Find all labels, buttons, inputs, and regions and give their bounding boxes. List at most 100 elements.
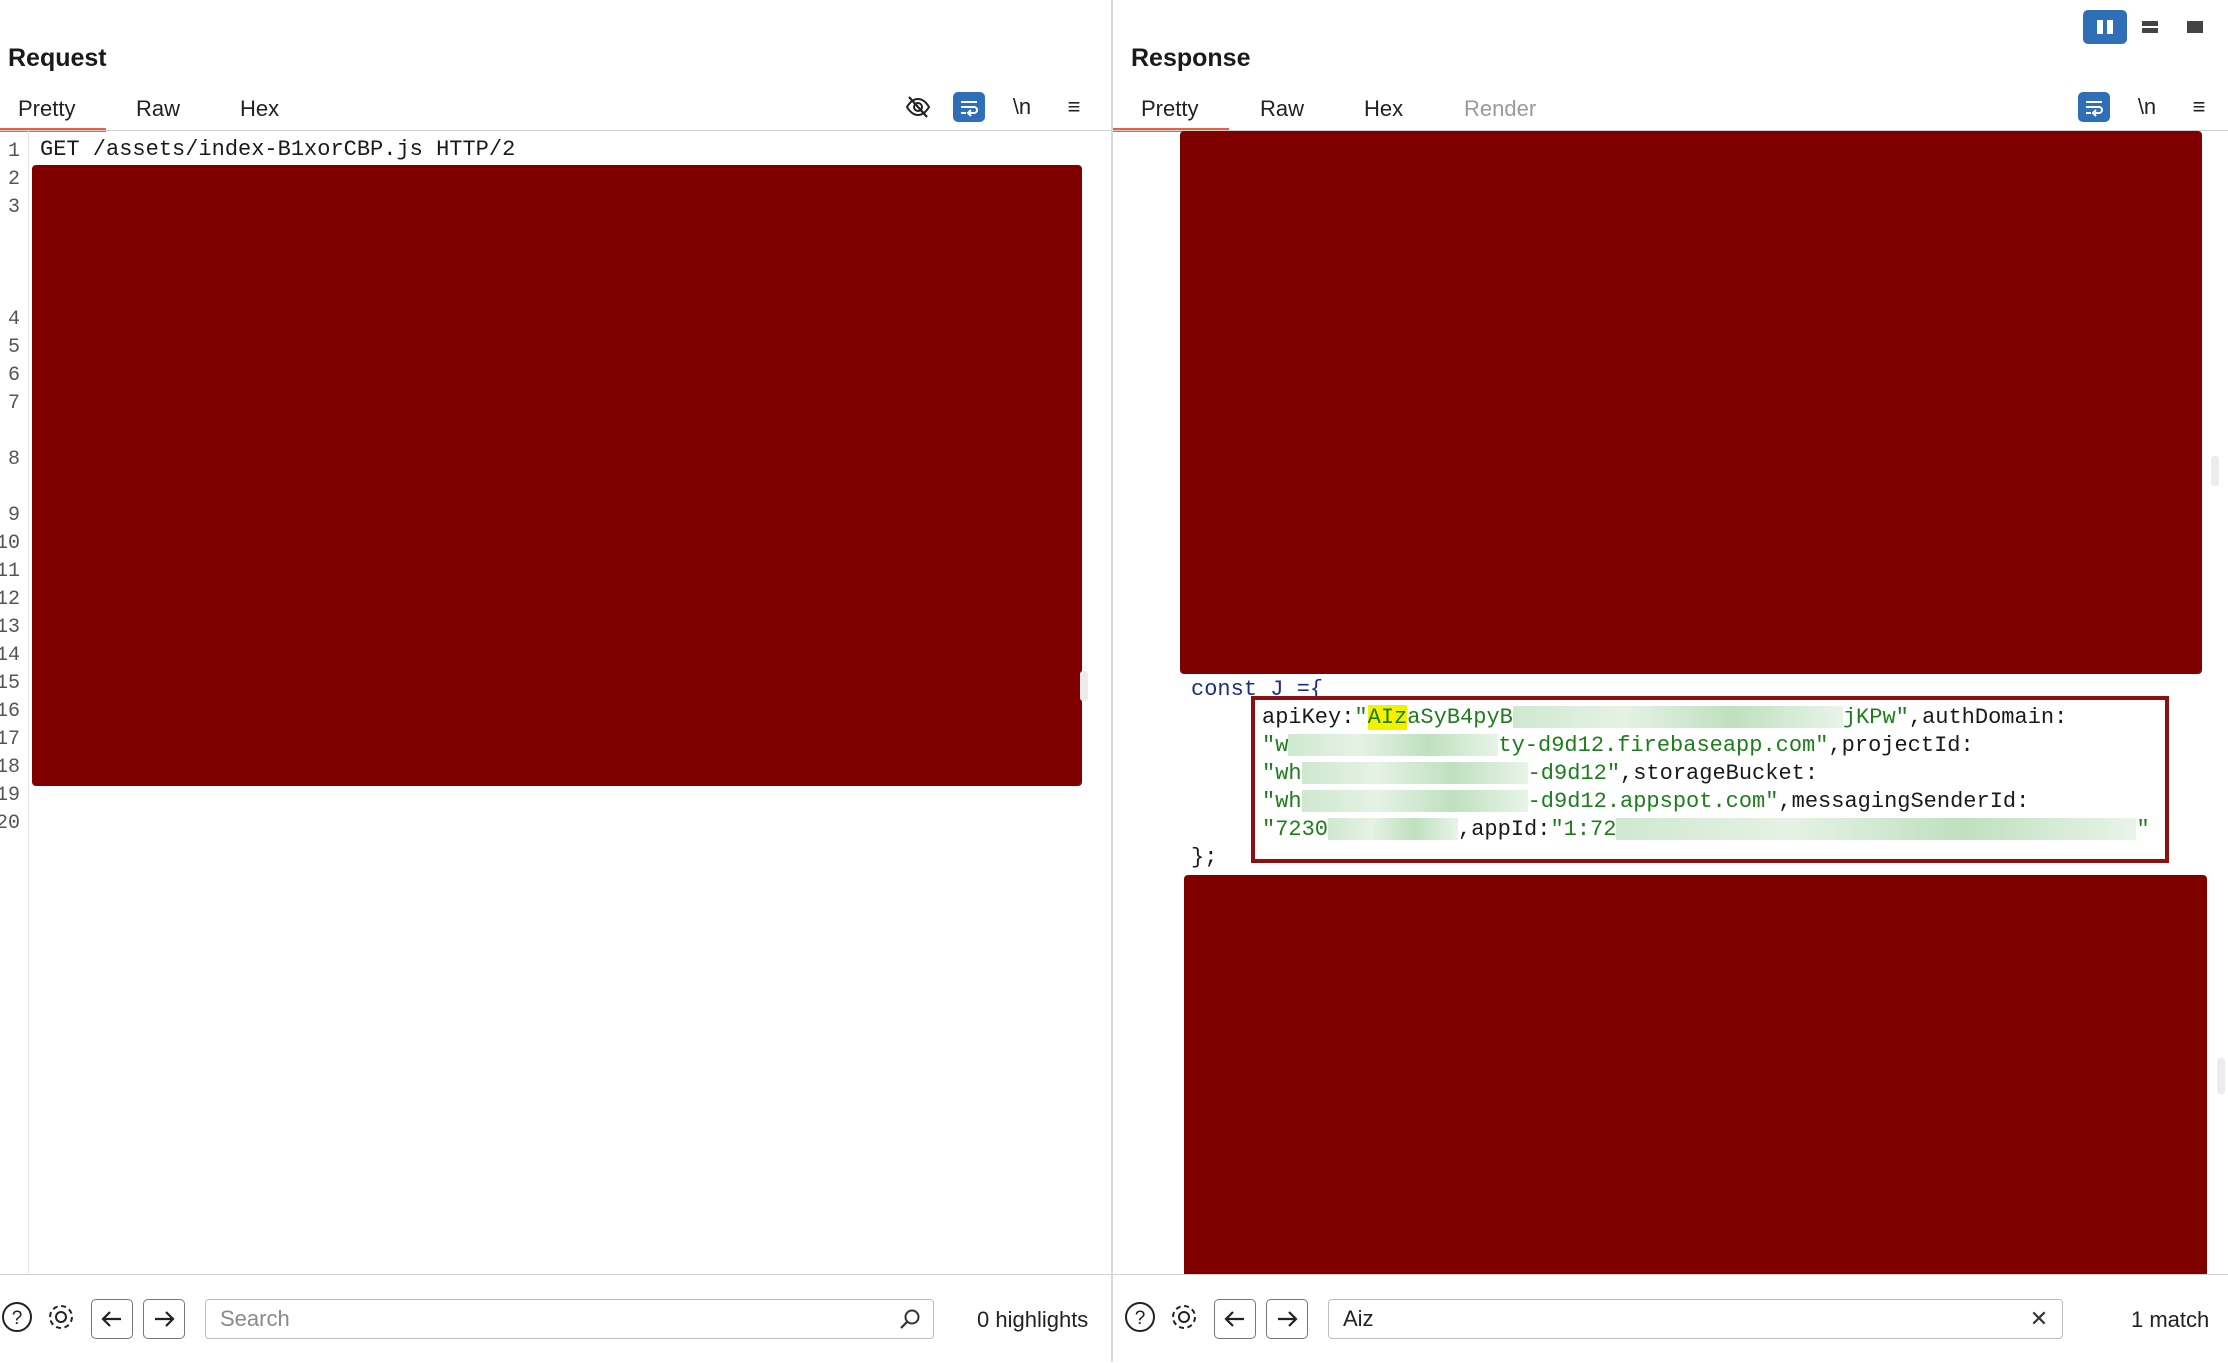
- code-line-authdomain: "w ty-d9d12.firebaseapp.com",projectId:: [1262, 733, 1974, 758]
- messaging-start: "7230: [1262, 817, 1329, 842]
- storage-bucket-start: "wh: [1262, 789, 1302, 814]
- api-key-tail: jKPw": [1842, 705, 1909, 730]
- code-line-apikey: apiKey:"AIzaSyB4pyB jKPw",authDomain:: [1262, 705, 2067, 730]
- help-icon[interactable]: ?: [1121, 1298, 1159, 1336]
- auth-domain-start: "w: [1262, 733, 1289, 758]
- scrollbar-thumb[interactable]: [1080, 671, 1088, 701]
- blurred-text: [1301, 790, 1528, 813]
- forward-arrow-button[interactable]: [1266, 1299, 1308, 1339]
- redaction-block: [32, 165, 1082, 786]
- blurred-text: [1512, 706, 1843, 729]
- app-id-label: ,appId:: [1458, 817, 1551, 842]
- line-number: 3: [7, 196, 20, 219]
- app-id-start: "1:72: [1550, 817, 1617, 842]
- back-arrow-button[interactable]: [91, 1299, 133, 1339]
- storage-bucket-tail: -d9d12.appspot.com": [1527, 789, 1779, 814]
- api-key-quote: ": [1354, 705, 1368, 730]
- project-id-start: "wh: [1262, 761, 1302, 786]
- response-tab-raw[interactable]: Raw: [1260, 96, 1304, 122]
- menu-icon[interactable]: ≡: [2183, 92, 2215, 122]
- request-tab-raw[interactable]: Raw: [136, 96, 180, 122]
- response-bottom-bar: ? ✕ 1 match: [1113, 1274, 2228, 1363]
- api-key-label: apiKey:: [1262, 705, 1355, 730]
- blurred-text: [1616, 818, 2137, 841]
- split-columns-icon[interactable]: [2083, 10, 2127, 44]
- svg-text:?: ?: [12, 1308, 23, 1329]
- line-number: 13: [0, 616, 20, 639]
- request-pane: Request Pretty Raw Hex \n ≡ 1 2 3 4 5 6 …: [0, 0, 1111, 1363]
- storage-bucket-label: ,storageBucket:: [1620, 761, 1819, 786]
- request-search-box: [205, 1299, 934, 1339]
- gear-icon[interactable]: [42, 1298, 80, 1336]
- project-id-tail: -d9d12": [1527, 761, 1621, 786]
- line-number: 15: [0, 672, 20, 695]
- response-search-box: ✕: [1328, 1299, 2063, 1339]
- response-pane: Response Pretty Raw Hex Render \n ≡ cons…: [1113, 0, 2228, 1363]
- request-tab-hex[interactable]: Hex: [240, 96, 279, 122]
- request-tab-border: [0, 130, 1111, 131]
- line-number: 18: [0, 756, 20, 779]
- response-tab-hex[interactable]: Hex: [1364, 96, 1403, 122]
- messaging-label: ,messagingSenderId:: [1778, 789, 2030, 814]
- line-number: 8: [7, 448, 20, 471]
- response-search-input[interactable]: [1343, 1305, 1930, 1333]
- code-line-storagebucket: "wh -d9d12.appspot.com",messagingSenderId…: [1262, 789, 2029, 814]
- gear-icon[interactable]: [1165, 1298, 1203, 1336]
- newline-toggle[interactable]: \n: [2131, 92, 2163, 122]
- request-line-1: GET /assets/index-B1xorCBP.js HTTP/2: [40, 137, 516, 162]
- line-number: 2: [7, 168, 20, 191]
- scrollbar-thumb[interactable]: [2217, 1058, 2225, 1094]
- line-number: 1: [7, 140, 20, 163]
- redaction-block: [1184, 875, 2207, 1289]
- response-tabs: Pretty Raw Hex Render: [1113, 88, 2228, 132]
- code-line-closing: };: [1191, 845, 1218, 870]
- response-tab-render[interactable]: Render: [1464, 96, 1536, 122]
- api-key-visible: aSyB4pyB: [1407, 705, 1513, 730]
- request-line-gutter: 1 2 3 4 5 6 7 8 9 10 11 12 13 14 15 16 1…: [0, 131, 29, 1274]
- line-number: 16: [0, 700, 20, 723]
- wrap-lines-icon[interactable]: [953, 92, 985, 122]
- request-bottom-bar: ? 0 highlights: [0, 1274, 1111, 1363]
- response-title: Response: [1131, 44, 1251, 72]
- highlights-count: 0 highlights: [977, 1307, 1089, 1332]
- clear-search-icon[interactable]: ✕: [2026, 1306, 2052, 1332]
- menu-icon[interactable]: ≡: [1058, 92, 1090, 122]
- line-number: 10: [0, 532, 20, 555]
- request-tabs: Pretty Raw Hex: [0, 88, 1111, 132]
- forward-arrow-button[interactable]: [143, 1299, 185, 1339]
- code-line-messaging: "7230 ,appId:"1:72 ": [1262, 817, 2150, 842]
- single-pane-icon[interactable]: [2173, 10, 2217, 44]
- match-count: 1 match: [2131, 1307, 2210, 1332]
- search-icon[interactable]: [897, 1306, 923, 1332]
- scrollbar-thumb[interactable]: [2211, 456, 2219, 486]
- line-number: 4: [7, 308, 20, 331]
- line-number: 17: [0, 728, 20, 751]
- line-number: 20: [0, 812, 20, 835]
- blurred-text: [1301, 762, 1528, 785]
- project-id-label: ,projectId:: [1828, 733, 1974, 758]
- code-line-projectid: "wh -d9d12",storageBucket:: [1262, 761, 1818, 786]
- eye-off-icon[interactable]: [902, 92, 934, 122]
- request-title: Request: [8, 44, 107, 72]
- request-tab-pretty[interactable]: Pretty: [18, 96, 75, 122]
- auth-domain-tail: ty-d9d12.firebaseapp.com": [1498, 733, 1829, 758]
- blurred-text: [1288, 734, 1499, 757]
- search-match-highlight: AIz: [1367, 705, 1408, 730]
- wrap-lines-icon[interactable]: [2078, 92, 2110, 122]
- line-number: 12: [0, 588, 20, 611]
- split-rows-icon[interactable]: [2128, 10, 2172, 44]
- line-number: 6: [7, 364, 20, 387]
- line-number: 11: [0, 560, 20, 583]
- help-icon[interactable]: ?: [0, 1298, 36, 1336]
- line-number: 14: [0, 644, 20, 667]
- newline-toggle[interactable]: \n: [1006, 92, 1038, 122]
- back-arrow-button[interactable]: [1214, 1299, 1256, 1339]
- redaction-block: [1180, 131, 2202, 674]
- response-tab-pretty[interactable]: Pretty: [1141, 96, 1198, 122]
- line-number: 9: [7, 504, 20, 527]
- line-number: 19: [0, 784, 20, 807]
- svg-text:?: ?: [1135, 1308, 1146, 1329]
- app-id-end: ": [2136, 817, 2150, 842]
- blurred-text: [1328, 818, 1459, 841]
- request-search-input[interactable]: [220, 1305, 802, 1333]
